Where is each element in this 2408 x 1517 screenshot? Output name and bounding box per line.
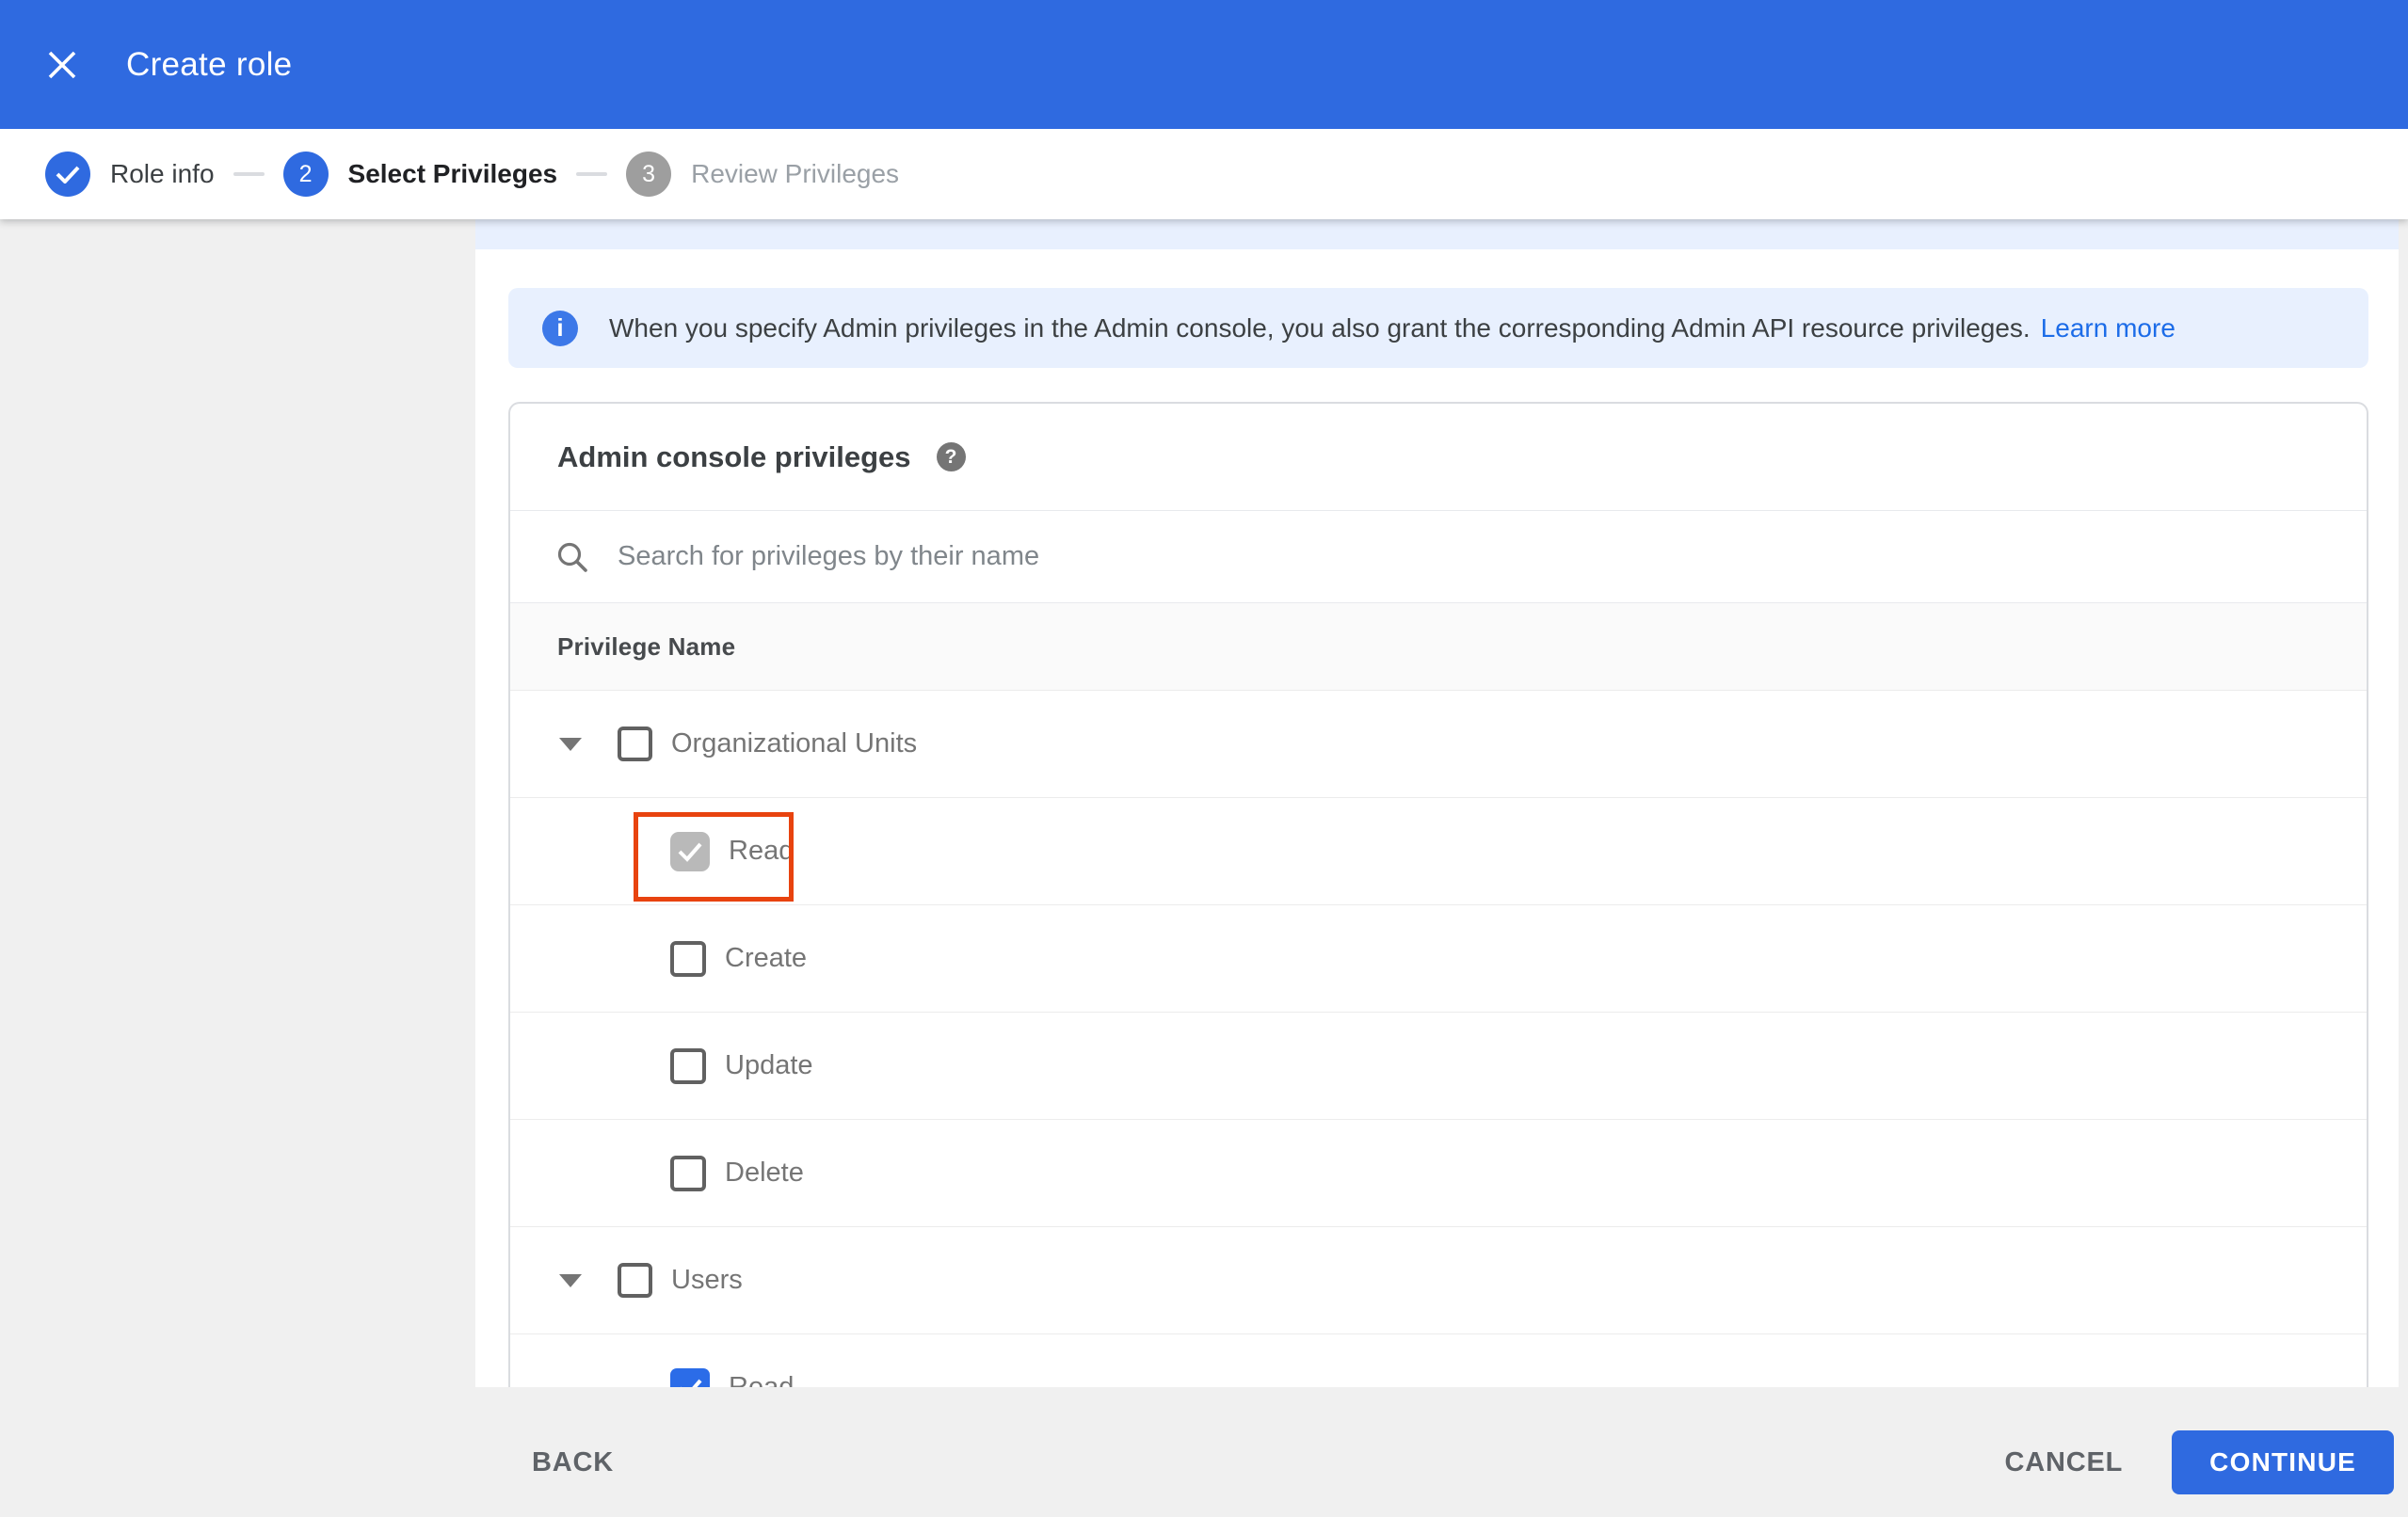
collapse-arrow-icon[interactable] — [559, 1273, 582, 1287]
step-connector — [576, 172, 608, 176]
privilege-label: Read — [729, 1372, 795, 1387]
privilege-label: Users — [671, 1265, 743, 1295]
privilege-row-create: Create — [510, 904, 2367, 1012]
privilege-label: Create — [725, 943, 808, 973]
privilege-row-organizational-units: Organizational Units — [510, 690, 2367, 797]
step-number-badge: 3 — [626, 152, 672, 197]
step-connector — [233, 172, 265, 176]
step-label: Review Privileges — [691, 159, 900, 188]
page-title: Create role — [126, 45, 293, 83]
column-header-privilege-name: Privilege Name — [557, 631, 736, 661]
card-title: Admin console privileges — [557, 439, 911, 473]
step-label: Role info — [110, 159, 215, 188]
checkbox-read-users-checked[interactable] — [670, 1367, 710, 1387]
cancel-button[interactable]: CANCEL — [2005, 1447, 2124, 1478]
collapse-arrow-icon[interactable] — [559, 737, 582, 751]
privilege-search-input[interactable]: Search for privileges by their name — [510, 510, 2367, 602]
privilege-row-delete: Delete — [510, 1119, 2367, 1226]
help-icon[interactable]: ? — [936, 442, 966, 471]
scrolled-content-strip — [475, 219, 2399, 249]
search-icon — [555, 540, 589, 574]
footer-action-bar: BACK CANCEL CONTINUE — [0, 1387, 2408, 1517]
checkbox-update[interactable] — [670, 1047, 706, 1084]
step-label: Select Privileges — [347, 159, 558, 188]
step-role-info[interactable]: Role info — [45, 152, 215, 197]
privilege-label: Update — [725, 1050, 813, 1080]
privilege-label: Read — [729, 836, 795, 866]
checkbox-users[interactable] — [618, 1263, 652, 1298]
card-title-row: Admin console privileges ? — [510, 404, 2367, 510]
app-bar: Create role — [0, 0, 2408, 129]
admin-privileges-card: Admin console privileges ? Search for pr… — [508, 402, 2368, 1387]
info-banner: i When you specify Admin privileges in t… — [508, 288, 2368, 368]
privilege-row-read-users: Read — [510, 1333, 2367, 1387]
privilege-row-read-org-units: Read — [510, 797, 2367, 904]
checkbox-delete[interactable] — [670, 1155, 706, 1191]
checkbox-read-checked-disabled[interactable] — [670, 831, 710, 871]
left-gutter-panel — [0, 219, 475, 1387]
step-complete-check-icon — [45, 152, 90, 197]
privilege-row-update: Update — [510, 1012, 2367, 1119]
step-select-privileges[interactable]: 2 Select Privileges — [282, 152, 558, 197]
privilege-label: Delete — [725, 1158, 804, 1188]
close-icon[interactable] — [43, 46, 81, 84]
checkbox-create[interactable] — [670, 940, 706, 977]
learn-more-link[interactable]: Learn more — [2041, 313, 2175, 343]
info-icon: i — [542, 310, 578, 346]
privilege-label: Organizational Units — [671, 728, 918, 758]
continue-button[interactable]: CONTINUE — [2172, 1430, 2394, 1494]
banner-text: When you specify Admin privileges in the… — [609, 312, 2031, 343]
checkbox-organizational-units[interactable] — [618, 727, 652, 761]
privilege-row-users: Users — [510, 1226, 2367, 1333]
step-number-badge: 2 — [282, 152, 329, 197]
table-header-row: Privilege Name — [510, 602, 2367, 690]
scrollbar-track[interactable] — [2399, 219, 2408, 1387]
step-review-privileges[interactable]: 3 Review Privileges — [626, 152, 899, 197]
back-button[interactable]: BACK — [532, 1447, 614, 1478]
wizard-stepper: Role info 2 Select Privileges 3 Review P… — [0, 129, 2408, 219]
privilege-rows: Organizational Units Read Create Update … — [510, 690, 2367, 1387]
search-placeholder: Search for privileges by their name — [618, 541, 1040, 571]
